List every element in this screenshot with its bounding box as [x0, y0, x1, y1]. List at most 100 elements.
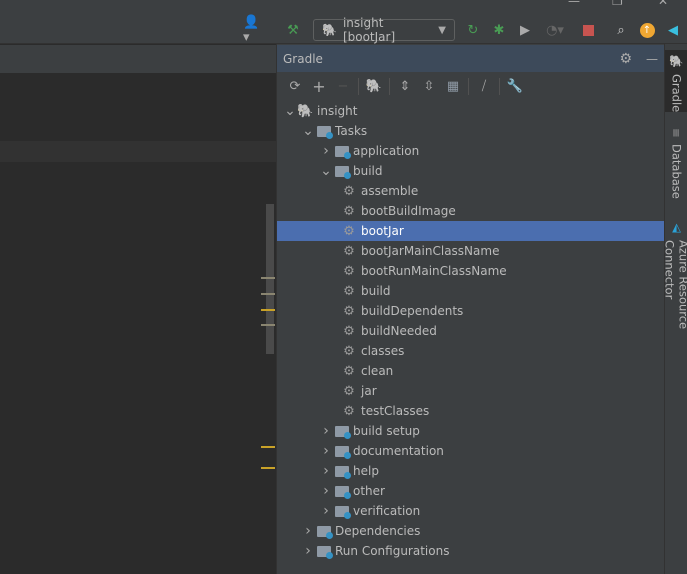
separator: [389, 78, 390, 95]
profile-icon[interactable]: ◔▾: [541, 21, 569, 39]
build-tool-settings-icon[interactable]: 🔧: [503, 79, 527, 94]
error-stripe-mark[interactable]: [261, 446, 275, 448]
stop-icon[interactable]: [581, 21, 595, 39]
editor-area[interactable]: [0, 44, 276, 574]
side-tab-azure[interactable]: ◭ Azure Resource Connector: [662, 216, 687, 376]
remove-icon[interactable]: −: [331, 79, 355, 94]
gradle-icon: 🐘: [669, 54, 684, 69]
chevron-down-icon: ▼: [438, 24, 446, 36]
task-gear-icon: ⚙: [343, 203, 355, 219]
tree-item[interactable]: ⚙ classes: [277, 341, 664, 361]
rerun-icon[interactable]: ↻: [464, 21, 482, 39]
tree-item[interactable]: ⚙ bootJarMainClassName: [277, 241, 664, 261]
error-stripe-mark[interactable]: [261, 467, 275, 469]
tab-label: Azure Resource Connector: [662, 240, 687, 330]
separator: [468, 78, 469, 95]
separator: [358, 78, 359, 95]
tree-item[interactable]: ⌄ 🐘 insight: [277, 101, 664, 121]
editor-scrollbar[interactable]: [266, 204, 274, 354]
tab-label: Gradle: [669, 74, 684, 113]
chevron-down-icon[interactable]: ⌄: [283, 103, 297, 119]
gradle-panel-header: Gradle ⚙ —: [277, 45, 664, 72]
tree-item-label: application: [353, 144, 420, 158]
debug-bug-icon[interactable]: ✱: [490, 21, 508, 39]
error-stripe-mark[interactable]: [261, 277, 275, 279]
execute-task-icon[interactable]: 🐘: [362, 79, 386, 94]
tree-item[interactable]: ⌄ build: [277, 161, 664, 181]
tree-item[interactable]: ⚙ buildNeeded: [277, 321, 664, 341]
maximize-button[interactable]: ❐: [612, 0, 623, 8]
tree-item-label: bootJarMainClassName: [361, 244, 500, 258]
tree-item[interactable]: ⚙ testClasses: [277, 401, 664, 421]
error-stripe-mark[interactable]: [261, 324, 275, 326]
minimize-button[interactable]: —: [568, 0, 580, 8]
error-stripe-mark[interactable]: [261, 293, 275, 295]
chevron-right-icon[interactable]: ›: [319, 443, 333, 459]
tree-item[interactable]: ⚙ bootBuildImage: [277, 201, 664, 221]
chevron-right-icon[interactable]: ›: [319, 423, 333, 439]
chevron-down-icon[interactable]: ⌄: [319, 163, 333, 179]
hide-panel-icon[interactable]: —: [646, 52, 658, 66]
tree-item[interactable]: ⚙ assemble: [277, 181, 664, 201]
tree-item[interactable]: ⚙ clean: [277, 361, 664, 381]
tree-item[interactable]: › Run Configurations: [277, 541, 664, 561]
tree-item[interactable]: ⚙ jar: [277, 381, 664, 401]
chevron-right-icon[interactable]: ›: [319, 503, 333, 519]
build-hammer-icon[interactable]: ⚒: [285, 21, 301, 39]
folder-gear-icon: [335, 505, 351, 519]
expand-all-icon[interactable]: ⇕: [393, 79, 417, 94]
tree-item[interactable]: ⚙ build: [277, 281, 664, 301]
tree-item[interactable]: › other: [277, 481, 664, 501]
current-line-highlight: [0, 141, 276, 162]
update-icon[interactable]: ↑: [638, 21, 656, 39]
tree-item-label: bootBuildImage: [361, 204, 456, 218]
tree-item[interactable]: › help: [277, 461, 664, 481]
chevron-right-icon[interactable]: ›: [319, 143, 333, 159]
folder-gear-icon: [335, 165, 351, 179]
collapse-all-icon[interactable]: ⇳: [417, 79, 441, 94]
main-toolbar: 👤▾ ⚒ 🐘 insight [bootJar] ▼ ↻ ✱ ▶ ◔▾ ⌕ ↑ …: [0, 15, 687, 45]
tree-item[interactable]: › documentation: [277, 441, 664, 461]
task-gear-icon: ⚙: [343, 223, 355, 239]
gear-icon[interactable]: ⚙: [619, 51, 632, 67]
tree-item[interactable]: › Dependencies: [277, 521, 664, 541]
gradle-elephant-icon: 🐘: [322, 23, 337, 37]
chevron-right-icon[interactable]: ›: [301, 523, 315, 539]
tab-label: Database: [669, 143, 684, 199]
tree-item[interactable]: › verification: [277, 501, 664, 521]
tree-item-label: Tasks: [335, 124, 368, 138]
tree-item[interactable]: ⚙ buildDependents: [277, 301, 664, 321]
toolbox-icon[interactable]: ◀: [664, 21, 682, 39]
user-icon[interactable]: 👤▾: [243, 15, 265, 45]
chevron-right-icon[interactable]: ›: [319, 483, 333, 499]
error-stripe-mark[interactable]: [261, 309, 275, 311]
run-config-label: insight [bootJar]: [342, 16, 396, 44]
side-tab-gradle[interactable]: 🐘 Gradle: [665, 50, 687, 112]
gradle-toolbar: ⟳ + − 🐘 ⇕ ⇳ ▦ ⧸ 🔧: [277, 73, 664, 100]
tree-item[interactable]: › application: [277, 141, 664, 161]
search-icon[interactable]: ⌕: [612, 21, 630, 39]
chevron-right-icon[interactable]: ›: [319, 463, 333, 479]
tree-item-label: documentation: [353, 444, 444, 458]
right-tool-strip: 🐘 Gradle ≡ Database ◭ Azure Resource Connec…: [662, 44, 687, 574]
toggle-offline-icon[interactable]: ⧸: [472, 79, 496, 94]
task-gear-icon: ⚙: [343, 383, 355, 399]
run-configuration-select[interactable]: 🐘 insight [bootJar] ▼: [313, 16, 455, 44]
chevron-down-icon[interactable]: ⌄: [301, 123, 315, 139]
side-tab-database[interactable]: ≡ Database: [665, 124, 687, 204]
tree-item[interactable]: ⚙ bootRunMainClassName: [277, 261, 664, 281]
task-gear-icon: ⚙: [343, 403, 355, 419]
chevron-right-icon[interactable]: ›: [301, 543, 315, 559]
tree-item[interactable]: ⚙ bootJar: [277, 221, 664, 241]
folder-gear-icon: [335, 465, 351, 479]
close-button[interactable]: ✕: [658, 0, 668, 8]
refresh-icon[interactable]: ⟳: [283, 79, 307, 94]
group-modules-icon[interactable]: ▦: [441, 79, 465, 94]
run-with-coverage-icon[interactable]: ▶: [516, 21, 534, 39]
tree-item[interactable]: ⌄ Tasks: [277, 121, 664, 141]
task-gear-icon: ⚙: [343, 263, 355, 279]
tree-item[interactable]: › build setup: [277, 421, 664, 441]
tree-item-label: classes: [361, 344, 405, 358]
folder-gear-icon: [317, 125, 333, 139]
add-icon[interactable]: +: [307, 77, 331, 96]
